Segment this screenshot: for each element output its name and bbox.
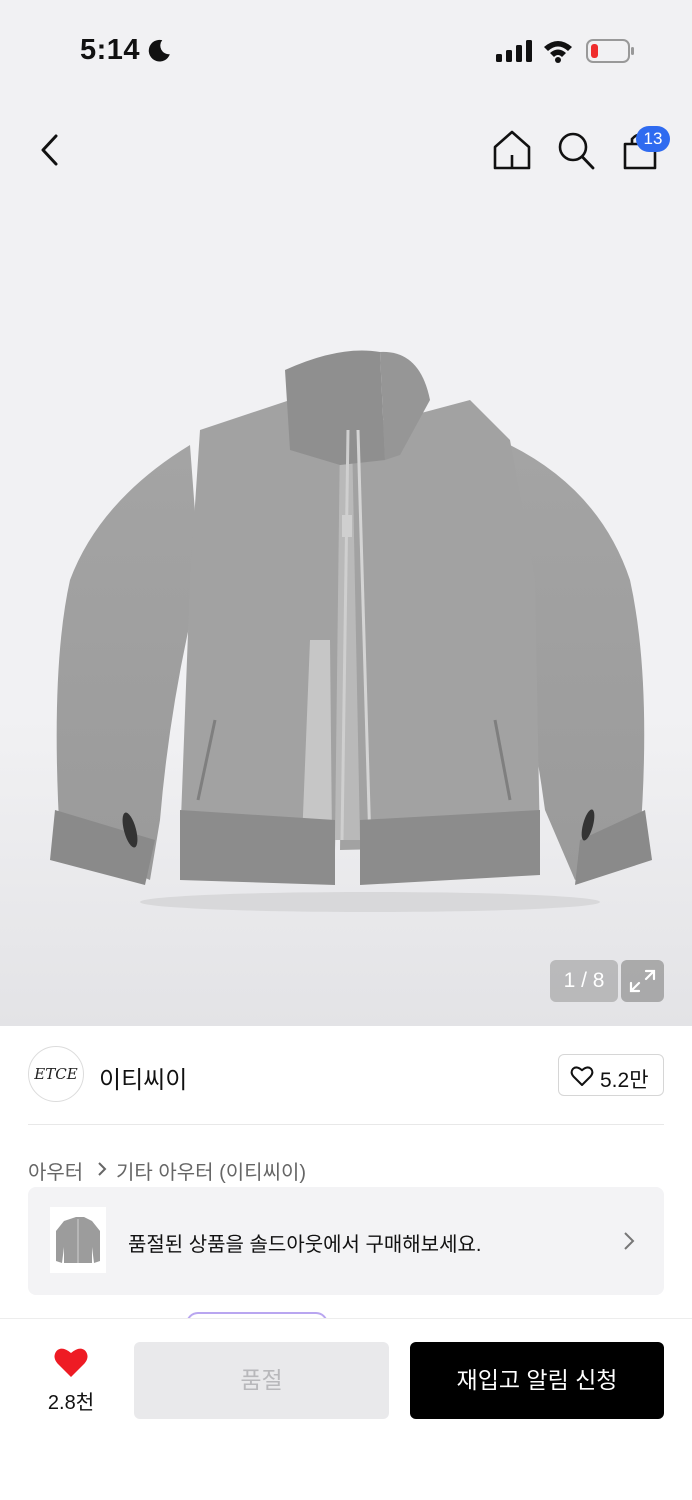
soldout-banner[interactable]: 품절된 상품을 솔드아웃에서 구매해보세요. [28,1187,664,1295]
breadcrumb-subcategory[interactable]: 기타 아우터 (이티씨이) [116,1156,306,1185]
back-icon[interactable] [30,128,70,172]
moon-icon [148,39,170,62]
status-bar: 5:14 [0,30,692,74]
status-time: 5:14 [80,34,141,66]
wish-button[interactable]: 2.8천 [36,1340,106,1420]
wish-count: 2.8천 [47,1392,95,1414]
divider [28,1124,664,1125]
battery-icon [586,39,634,63]
restock-alert-button[interactable]: 재입고 알림 신청 [410,1342,664,1419]
chevron-right-icon [624,1232,635,1250]
brand-name[interactable]: 이티씨이 [99,1060,187,1095]
breadcrumb-category[interactable]: 아우터 [28,1156,83,1185]
search-icon[interactable] [555,128,597,172]
heart-filled-icon [54,1348,88,1377]
brand-like-button[interactable]: 5.2만 [558,1054,664,1096]
brand-like-count: 5.2만 [600,1069,649,1092]
expand-icon[interactable] [621,960,664,1002]
soldout-banner-text: 품절된 상품을 솔드아웃에서 구매해보세요. [128,1234,482,1256]
soldout-button: 품절 [134,1342,389,1419]
heart-outline-icon [570,1066,594,1086]
gallery-pager: 1 / 8 [550,960,618,1002]
signal-icon [496,40,532,62]
home-icon[interactable] [491,128,533,172]
product-hero: 5:14 13 1 / 8 [0,0,692,1026]
brand-logo[interactable]: ETCE [28,1046,84,1102]
wifi-icon [544,41,572,63]
cart-count-badge: 13 [636,126,670,152]
banner-product-thumbnail [50,1207,106,1273]
product-image [50,350,652,912]
chevron-right-icon [98,1162,107,1176]
